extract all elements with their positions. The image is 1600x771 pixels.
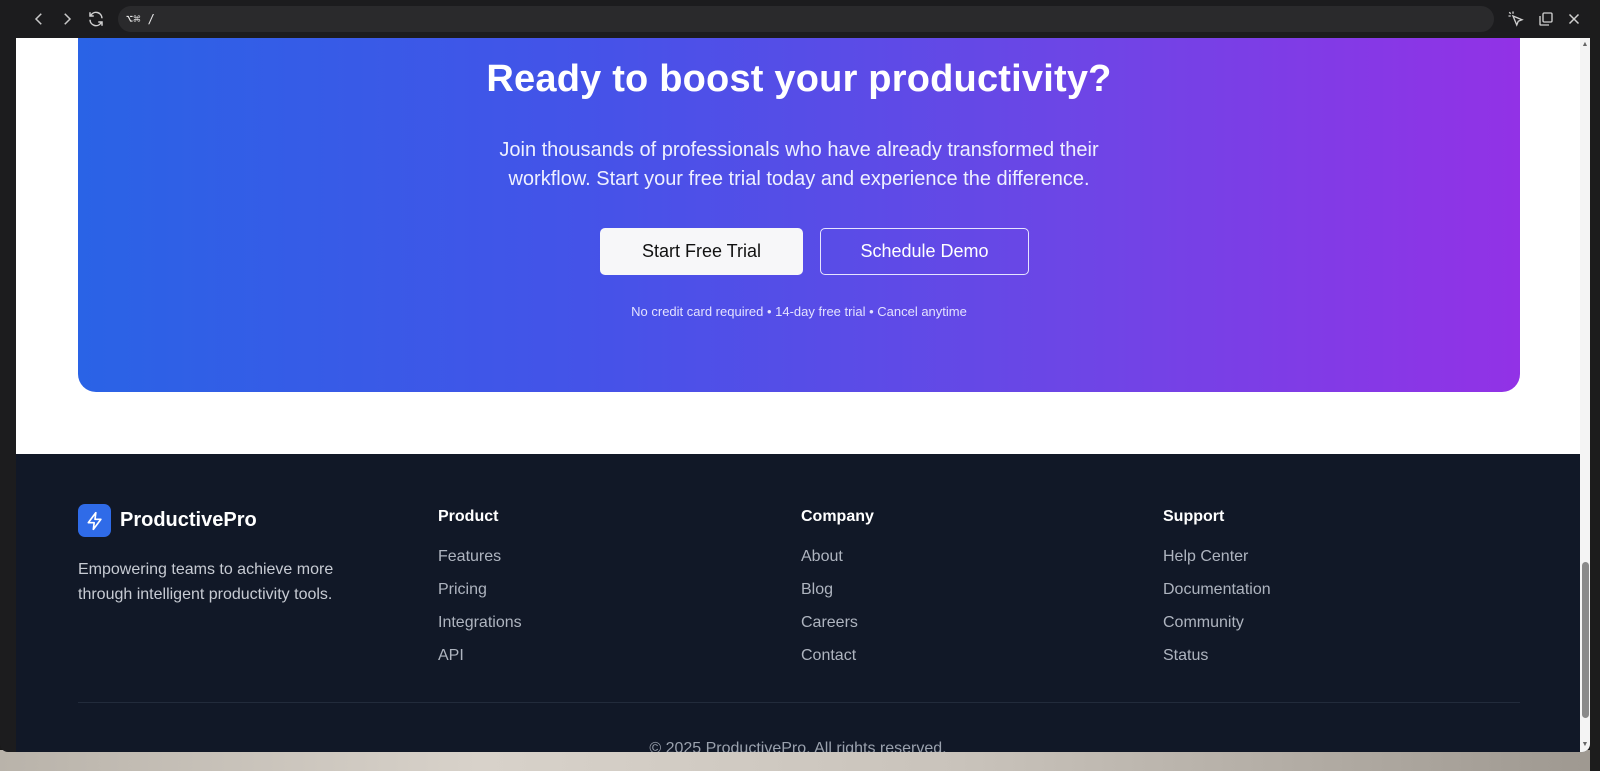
scroll-up-arrow[interactable]: ▲	[1581, 41, 1589, 49]
footer-link-api[interactable]: API	[438, 647, 522, 680]
footer-link-community[interactable]: Community	[1163, 614, 1271, 647]
schedule-demo-button[interactable]: Schedule Demo	[820, 228, 1029, 275]
cta-subtitle-line: workflow. Start your free trial today an…	[508, 168, 1090, 190]
lightning-icon	[87, 511, 102, 530]
scroll-down-arrow[interactable]: ▼	[1581, 741, 1589, 749]
cta-title: Ready to boost your productivity?	[486, 58, 1112, 100]
pointer-select-icon	[1508, 11, 1524, 27]
footer-link-about[interactable]: About	[801, 548, 874, 581]
screen-bezel	[1590, 0, 1600, 771]
footer-link-blog[interactable]: Blog	[801, 581, 874, 614]
copyright-text: © 2025 ProductivePro. All rights reserve…	[649, 740, 947, 752]
cta-subtitle: Join thousands of professionals who have…	[449, 136, 1149, 194]
browser-window: ⌥⌘ / Ready to boost your productivity? J…	[0, 0, 1590, 752]
footer-column-title: Product	[438, 508, 499, 525]
reload-button[interactable]	[85, 8, 107, 30]
cta-banner: Ready to boost your productivity? Join t…	[78, 38, 1520, 392]
vertical-scrollbar[interactable]: ▲ ▼	[1580, 38, 1590, 752]
footer-link-help-center[interactable]: Help Center	[1163, 548, 1271, 581]
cta-note: No credit card required • 14-day free tr…	[631, 304, 967, 319]
footer-brand[interactable]: ProductivePro	[78, 504, 257, 537]
reload-icon	[89, 11, 103, 27]
footer-column-support: Support Help Center Documentation Commun…	[1163, 508, 1271, 680]
footer-link-features[interactable]: Features	[438, 548, 522, 581]
footer-link-careers[interactable]: Careers	[801, 614, 874, 647]
brand-description: Empowering teams to achieve more through…	[78, 557, 388, 607]
footer-column-company: Company About Blog Careers Contact	[801, 508, 874, 680]
chevron-right-icon	[64, 13, 72, 25]
brand-logo	[78, 504, 111, 537]
cta-subtitle-line: Join thousands of professionals who have…	[499, 139, 1099, 161]
back-button[interactable]	[28, 8, 50, 30]
page-viewport: Ready to boost your productivity? Join t…	[16, 38, 1580, 752]
close-icon	[1568, 13, 1580, 25]
footer-divider	[78, 702, 1520, 703]
window-stack-button[interactable]	[1535, 8, 1557, 30]
close-button[interactable]	[1563, 8, 1585, 30]
window-stack-icon	[1539, 12, 1553, 26]
footer-link-integrations[interactable]: Integrations	[438, 614, 522, 647]
address-bar[interactable]: ⌥⌘ /	[118, 6, 1494, 32]
desk-background	[0, 750, 1600, 771]
brand-description-line: Empowering teams to achieve more	[78, 561, 334, 578]
footer-column-product: Product Features Pricing Integrations AP…	[438, 508, 522, 680]
footer-link-documentation[interactable]: Documentation	[1163, 581, 1271, 614]
footer-link-status[interactable]: Status	[1163, 647, 1271, 680]
browser-toolbar: ⌥⌘ /	[0, 0, 1590, 38]
footer-link-pricing[interactable]: Pricing	[438, 581, 522, 614]
site-footer: ProductivePro Empowering teams to achiev…	[16, 454, 1580, 752]
scroll-thumb[interactable]	[1582, 562, 1589, 718]
chevron-left-icon	[34, 13, 42, 25]
brand-description-line: through intelligent productivity tools.	[78, 586, 333, 603]
brand-name: ProductivePro	[120, 509, 257, 531]
footer-column-title: Company	[801, 508, 874, 525]
pointer-select-button[interactable]	[1505, 8, 1527, 30]
footer-link-contact[interactable]: Contact	[801, 647, 874, 680]
footer-column-title: Support	[1163, 508, 1225, 525]
forward-button[interactable]	[56, 8, 78, 30]
start-free-trial-button[interactable]: Start Free Trial	[600, 228, 803, 275]
